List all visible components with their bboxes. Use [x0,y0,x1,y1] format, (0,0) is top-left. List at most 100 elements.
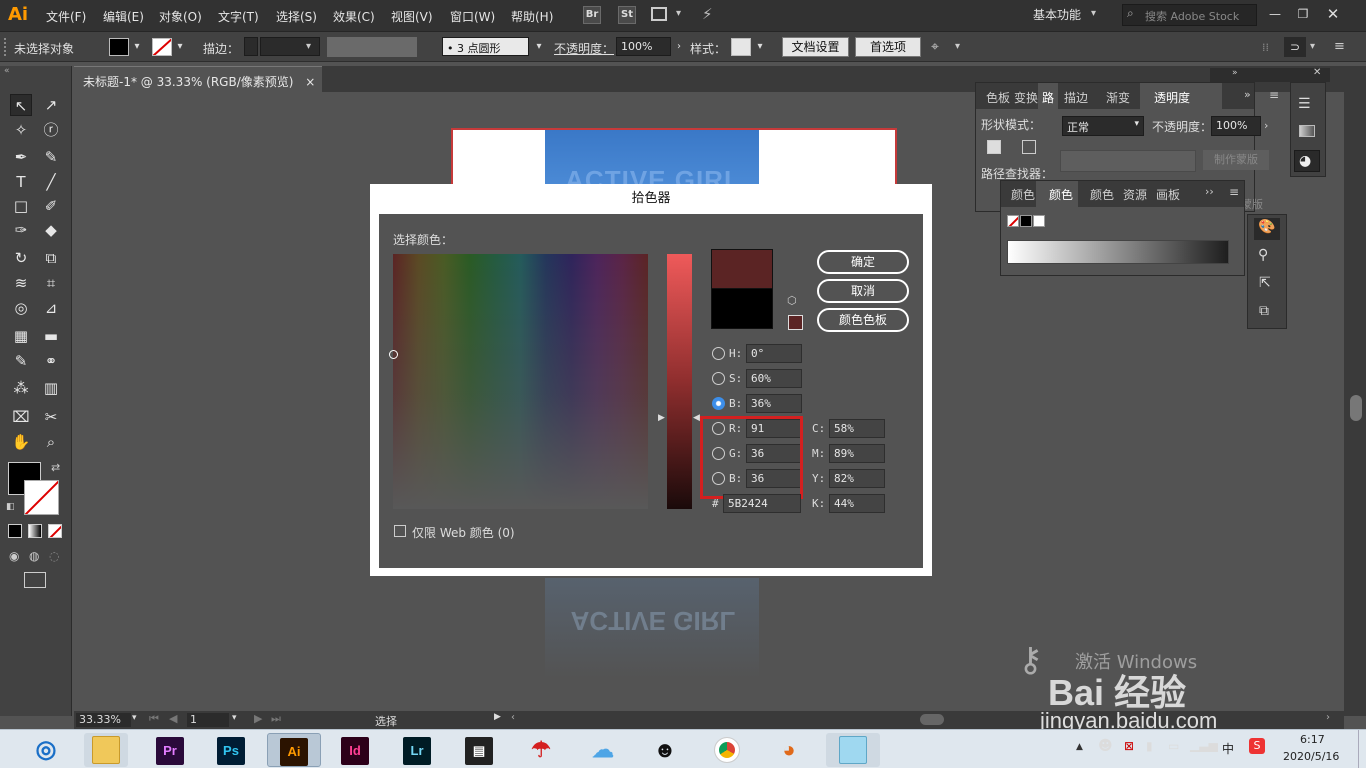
start-button[interactable]: ◎ [24,733,68,767]
gradient-mode-icon[interactable] [28,524,42,538]
minimize-button[interactable]: — [1262,4,1288,24]
curvature-tool-icon[interactable]: ✎ [40,146,62,168]
chevron-down-icon[interactable]: ▾ [676,8,681,19]
close-button[interactable]: ✕ [1320,4,1346,24]
tab-color-active[interactable]: 颜色 [1049,186,1073,203]
screen-mode-icon[interactable] [24,572,46,588]
symbol-sprayer-icon[interactable]: ⁂ [10,377,32,399]
taskbar-app-cat[interactable]: ☁ [581,733,625,767]
file-explorer-icon[interactable] [84,733,128,767]
brush-definition[interactable]: • 3 点圆形 [442,37,529,56]
none-swatch[interactable] [1007,215,1019,227]
free-transform-icon[interactable]: ⌗ [40,272,62,294]
yellow-field[interactable]: 82% [829,469,885,488]
menu-effect[interactable]: 效果(C) [333,8,375,25]
draw-inside-icon[interactable]: ◌ [49,549,59,563]
paintbrush-icon[interactable]: ✐ [40,195,62,217]
document-tab[interactable]: 未标题-1* @ 33.33% (RGB/像素预览) × [74,66,322,92]
tray-expand-icon[interactable]: ▲ [1076,742,1083,752]
workspace-switcher[interactable]: 基本功能 [1033,6,1081,23]
collapse-icon[interactable]: « [4,66,10,76]
saturation-radio[interactable] [712,372,725,385]
slice-tool-icon[interactable]: ✂ [40,406,62,428]
arrange-icon[interactable]: ⌖ [931,39,939,55]
blend-mode-select[interactable]: 正常 ▾ [1062,116,1144,136]
web-colors-only-checkbox[interactable] [394,525,406,537]
column-graph-icon[interactable]: ▥ [40,377,62,399]
panel-expand-icon[interactable]: ›› [1205,185,1214,198]
menu-type[interactable]: 文字(T) [218,8,259,25]
tab-stroke[interactable]: 描边 [1064,89,1088,106]
brightness-radio[interactable] [712,397,725,410]
rectangle-tool-icon[interactable]: □ [10,195,32,217]
gradient-tool-icon[interactable]: ▬ [40,325,62,347]
opacity-label[interactable]: 不透明度： [554,40,614,57]
tab-color-1[interactable]: 颜色 [1011,186,1035,203]
tab-gradient[interactable]: 渐变 [1106,89,1130,106]
black-swatch[interactable] [1020,215,1032,227]
ok-button[interactable]: 确定 [817,250,909,274]
web-safe-color-swatch[interactable] [788,315,803,330]
color-slider[interactable] [667,254,692,509]
chevron-down-icon[interactable]: ▾ [1091,8,1096,19]
palette-icon[interactable]: 🎨 [1258,219,1275,235]
taskbar-app-notes[interactable] [826,733,880,767]
chevron-down-icon[interactable]: ▾ [955,41,960,52]
none-mode-icon[interactable] [48,524,62,538]
close-tab-icon[interactable]: × [305,75,315,89]
color-spectrum-ramp[interactable] [1007,240,1229,264]
clock-time[interactable]: 6:17 [1300,733,1325,746]
saturation-field[interactable]: 60% [746,369,802,388]
chrome-icon[interactable] [705,733,749,767]
menu-window[interactable]: 窗口(W) [450,8,495,25]
zoom-field[interactable]: 33.33% [76,713,131,727]
clock-date[interactable]: 2020/5/16 [1283,750,1339,763]
chevron-down-icon[interactable]: ▾ [753,38,767,56]
brightness-field[interactable]: 36% [746,394,802,413]
tray-battery-icon[interactable]: ▮ [1146,739,1153,753]
align-icon[interactable]: ⁞⁞ [1262,41,1269,54]
graphic-style-swatch[interactable] [731,38,751,56]
restore-button[interactable]: ❐ [1290,4,1316,24]
taskbar-premiere[interactable]: Pr [148,733,192,767]
eraser-icon[interactable]: ◆ [40,219,62,241]
hand-tool-icon[interactable]: ✋ [10,431,32,453]
show-desktop-button[interactable] [1358,730,1366,768]
magic-wand-icon[interactable]: ✧ [10,119,32,141]
opacity-field[interactable]: 100% [616,37,671,56]
menu-edit[interactable]: 编辑(E) [103,8,144,25]
menu-object[interactable]: 对象(O) [159,8,202,25]
tray-signal-icon[interactable]: ▁▃▅ [1190,738,1218,752]
menu-file[interactable]: 文件(F) [46,8,86,25]
dock-collapse-icon[interactable]: » [1232,68,1238,78]
mesh-tool-icon[interactable]: ▦ [10,325,32,347]
swap-colors-icon[interactable]: ⇄ [51,461,60,474]
hue-field[interactable]: 0° [746,344,802,363]
export-icon[interactable]: ⇱ [1259,275,1271,291]
tray-ime[interactable]: 中 [1222,740,1234,757]
chevron-down-icon[interactable]: ▾ [232,713,237,723]
gpu-performance-icon[interactable]: ⚡ [702,5,713,23]
rotate-tool-icon[interactable]: ↻ [10,247,32,269]
taskbar-app-orange[interactable]: ◕ [767,733,811,767]
slider-arrow-left-icon[interactable]: ▶ [658,413,665,423]
blend-tool-icon[interactable]: ⚭ [40,350,62,372]
magenta-field[interactable]: 89% [829,444,885,463]
selection-tool-icon[interactable]: ↖ [10,94,32,116]
lasso-icon[interactable]: ⓡ [40,119,62,141]
tab-transform[interactable]: 变换 [1014,89,1038,106]
qq-icon[interactable]: ☻ [643,733,687,767]
white-swatch[interactable] [1033,215,1045,227]
tray-qq-icon[interactable]: ☻ [1098,738,1113,754]
arrange-documents-icon[interactable] [651,7,667,21]
line-tool-icon[interactable]: ╱ [40,171,62,193]
panel-menu-icon[interactable]: ≡ [1269,88,1279,102]
panel-menu-icon[interactable]: ≡ [1229,185,1239,199]
cancel-button[interactable]: 取消 [817,279,909,303]
taskbar-photoshop[interactable]: Ps [209,733,253,767]
transparency-opacity-field[interactable]: 100% [1211,116,1261,136]
transparency-panel-icon[interactable]: ◕ [1299,153,1311,169]
artboard-tool-icon[interactable]: ⌧ [10,406,32,428]
chevron-down-icon[interactable]: ▾ [1310,41,1315,52]
chevron-down-icon[interactable]: ▾ [132,713,137,723]
